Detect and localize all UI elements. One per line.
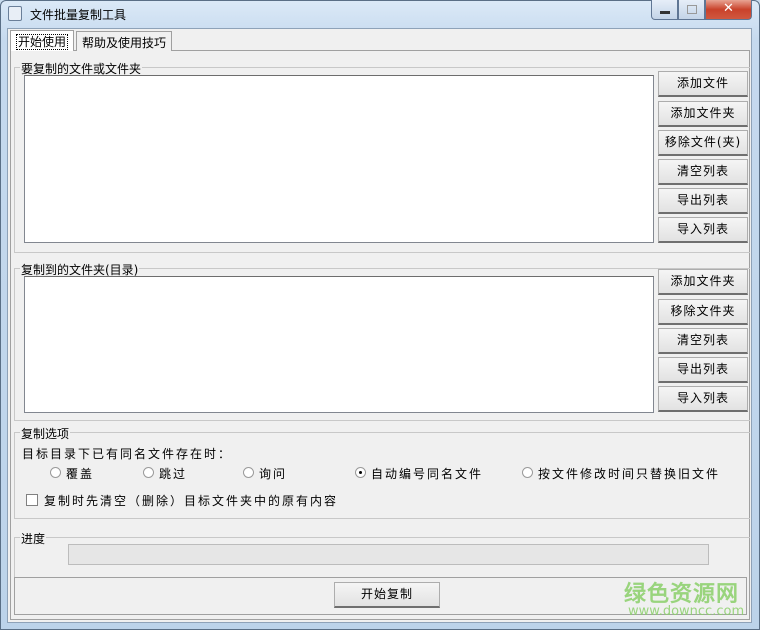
tab-label: 帮助及使用技巧	[82, 36, 167, 50]
window-title: 文件批量复制工具	[30, 8, 127, 22]
watermark-url: www.downcc.com	[628, 604, 745, 619]
tab-help[interactable]: 帮助及使用技巧	[76, 31, 173, 51]
radio-label: 跳过	[159, 467, 188, 481]
progress-bar	[68, 544, 709, 565]
progress-label: 进度	[20, 530, 47, 547]
maximize-icon	[687, 5, 697, 14]
export-list-button[interactable]: 导出列表	[658, 188, 748, 214]
checkbox-label: 复制时先清空（删除）目标文件夹中的原有内容	[44, 494, 339, 508]
remove-item-button[interactable]: 移除文件(夹)	[658, 130, 748, 156]
dest-remove-folder-button[interactable]: 移除文件夹	[658, 299, 748, 325]
radio-label: 按文件修改时间只替换旧文件	[538, 467, 721, 481]
source-list[interactable]	[24, 75, 654, 243]
options-group-label: 复制选项	[20, 425, 71, 442]
overwrite-prompt: 目标目录下已有同名文件存在时：	[22, 447, 233, 461]
radio-label: 询问	[259, 467, 288, 481]
close-icon: ✕	[723, 1, 734, 16]
add-folder-button[interactable]: 添加文件夹	[658, 101, 748, 127]
dest-clear-list-button[interactable]: 清空列表	[658, 328, 748, 354]
dest-import-list-button[interactable]: 导入列表	[658, 386, 748, 412]
start-copy-button[interactable]: 开始复制	[334, 582, 440, 608]
minimize-icon	[660, 11, 670, 14]
close-button[interactable]: ✕	[705, 0, 752, 20]
radio-label: 覆盖	[66, 467, 95, 481]
dest-export-list-button[interactable]: 导出列表	[658, 357, 748, 383]
dest-add-folder-button[interactable]: 添加文件夹	[658, 269, 748, 295]
import-list-button[interactable]: 导入列表	[658, 217, 748, 243]
tab-start[interactable]: 开始使用	[10, 30, 75, 51]
add-file-button[interactable]: 添加文件	[658, 71, 748, 97]
tab-label: 开始使用	[16, 34, 69, 50]
app-icon	[8, 6, 22, 21]
dest-list[interactable]	[24, 276, 654, 413]
minimize-button[interactable]	[651, 0, 678, 20]
maximize-button[interactable]	[678, 0, 705, 20]
clear-list-button[interactable]: 清空列表	[658, 159, 748, 185]
radio-label: 自动编号同名文件	[371, 467, 484, 481]
